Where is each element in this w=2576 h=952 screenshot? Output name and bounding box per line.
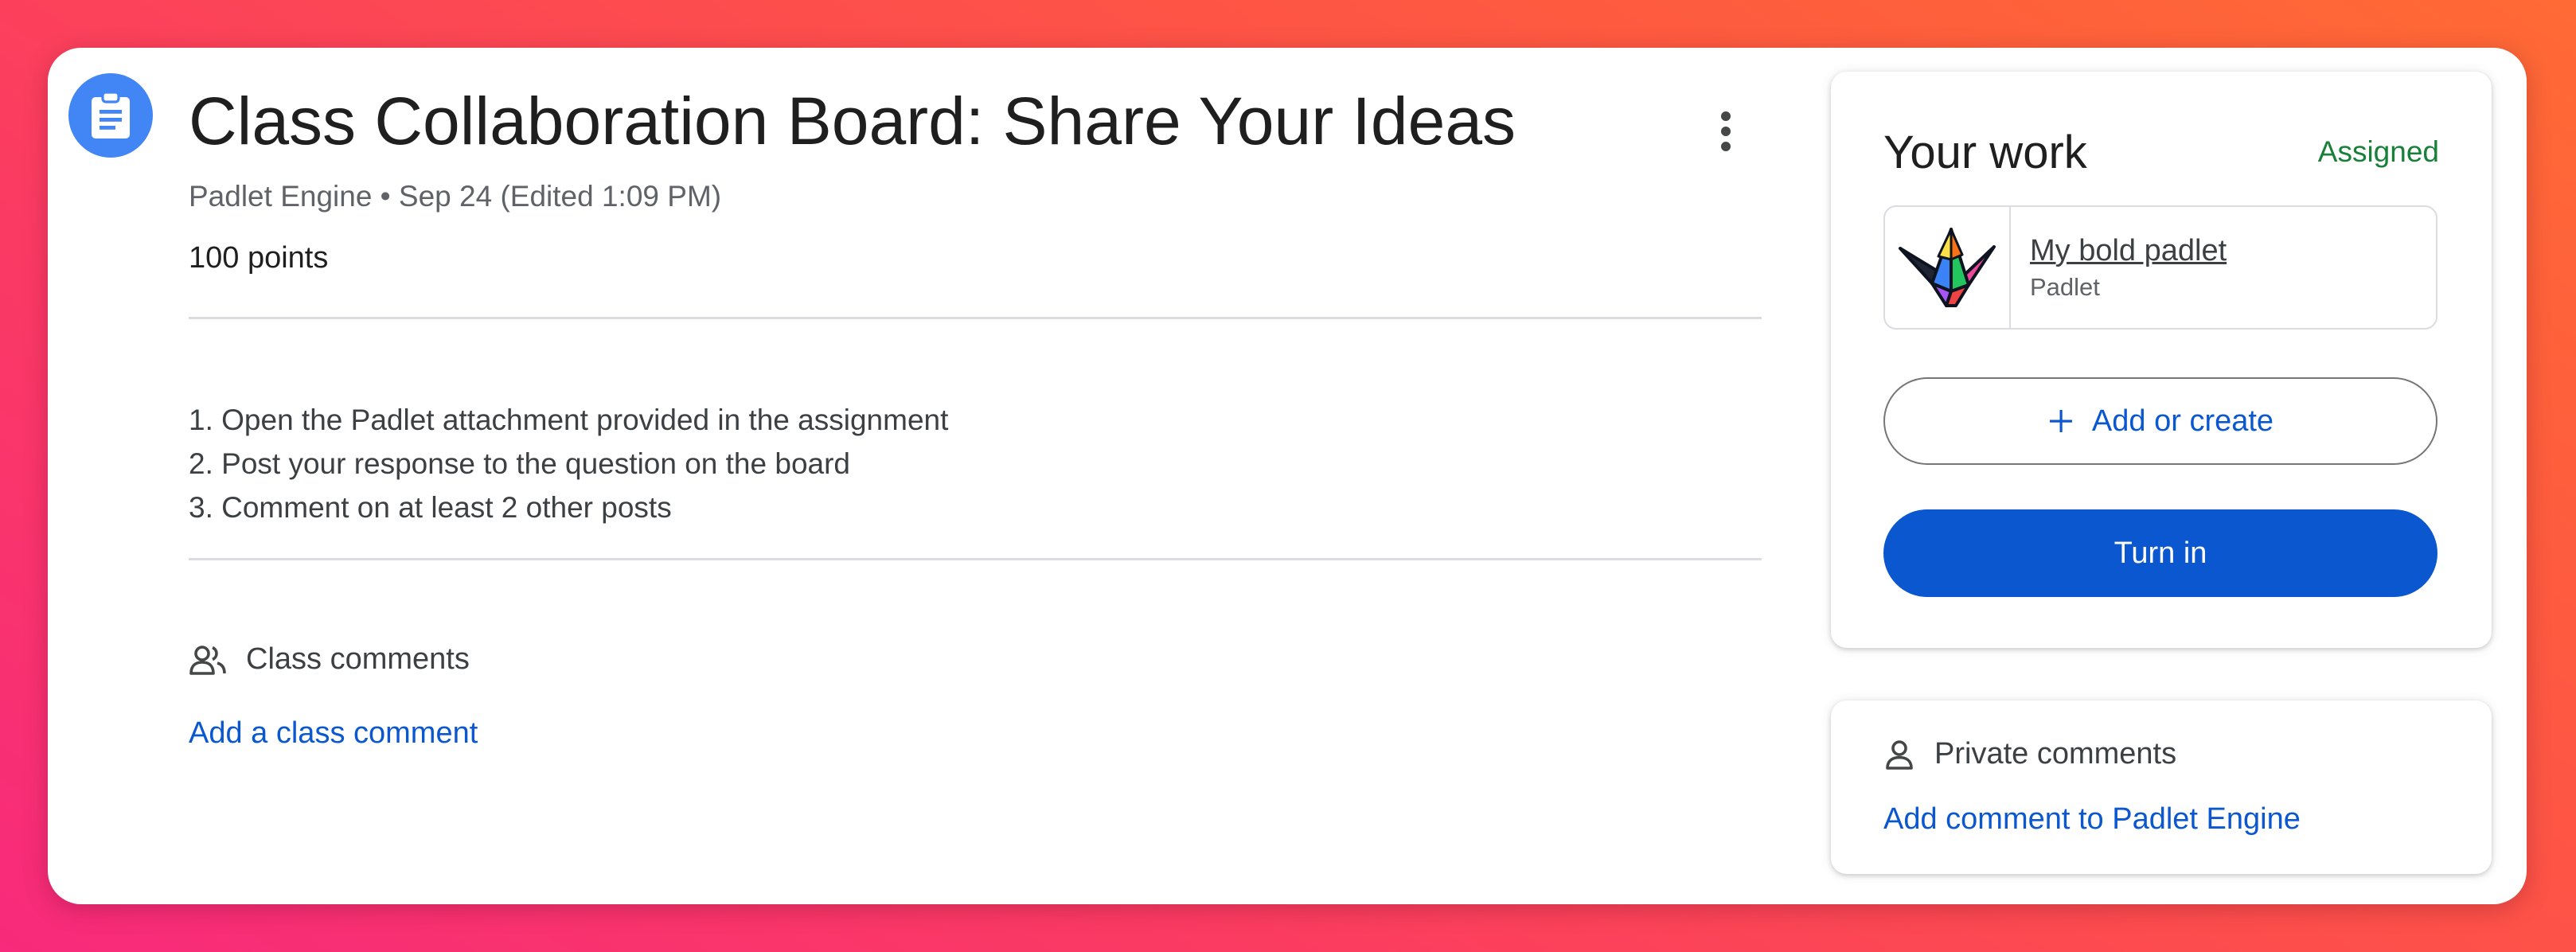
instruction-item: 3. Comment on at least 2 other posts <box>189 491 672 524</box>
add-or-create-label: Add or create <box>2091 404 2274 438</box>
padlet-logo-icon <box>1899 228 1996 307</box>
private-comments-label: Private comments <box>1934 737 2177 771</box>
add-private-comment-link[interactable]: Add comment to Padlet Engine <box>1883 802 2301 837</box>
instruction-item: 1. Open the Padlet attachment provided i… <box>189 404 949 436</box>
plus-icon <box>2049 410 2072 432</box>
divider <box>189 317 1762 319</box>
assignment-card: Class Collaboration Board: Share Your Id… <box>48 48 2527 904</box>
private-comments-panel: Private comments Add comment to Padlet E… <box>1831 700 2492 874</box>
add-or-create-button[interactable]: Add or create <box>1883 377 2437 465</box>
more-vert-icon <box>1721 111 1731 151</box>
turn-in-label: Turn in <box>2113 536 2207 570</box>
attachment-type: Padlet <box>2030 272 2100 301</box>
your-work-panel: Your work Assigned My bold padlet Padlet <box>1831 72 2492 648</box>
assignment-clipboard-icon <box>68 73 153 158</box>
divider <box>189 558 1762 560</box>
attachment-card[interactable]: My bold padlet Padlet <box>1883 205 2437 330</box>
your-work-title: Your work <box>1883 127 2087 178</box>
turn-in-button[interactable]: Turn in <box>1883 509 2437 597</box>
attachment-name[interactable]: My bold padlet <box>2030 234 2227 268</box>
assignment-meta: Padlet Engine • Sep 24 (Edited 1:09 PM) <box>189 180 722 213</box>
private-comments-header: Private comments <box>1883 737 2176 771</box>
add-class-comment-link[interactable]: Add a class comment <box>189 716 478 751</box>
instruction-item: 2. Post your response to the question on… <box>189 447 851 480</box>
assignment-title: Class Collaboration Board: Share Your Id… <box>189 84 1516 158</box>
attachment-thumbnail <box>1885 207 2011 328</box>
assignment-instructions: 1. Open the Padlet attachment provided i… <box>189 398 948 529</box>
status-badge: Assigned <box>2317 135 2439 168</box>
more-options-button[interactable] <box>1702 96 1750 167</box>
assignment-points: 100 points <box>189 241 329 275</box>
class-comments-label: Class comments <box>246 642 470 676</box>
class-comments-header: Class comments <box>189 642 470 677</box>
people-icon <box>189 645 226 675</box>
person-icon <box>1886 739 1913 770</box>
